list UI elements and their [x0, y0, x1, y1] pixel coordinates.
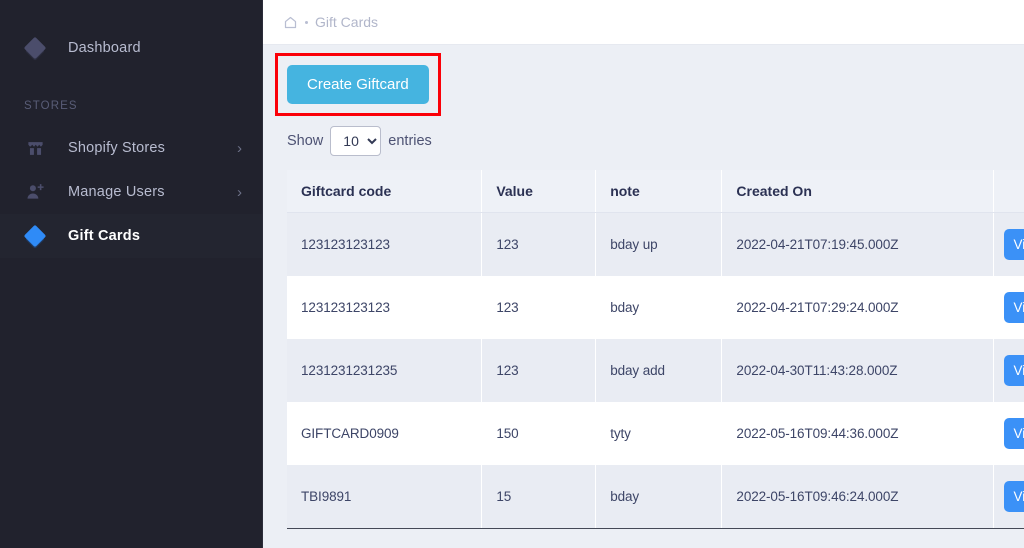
row-actions: View Edit Disable	[1004, 355, 1024, 386]
cell-value: 15	[481, 465, 597, 528]
row-actions: View Edit Disable	[1004, 292, 1024, 323]
sidebar-section-stores: STORES	[24, 100, 78, 112]
show-entries-control: Show 10 25 50 100 entries	[287, 126, 432, 156]
breadcrumb-separator	[305, 20, 308, 24]
table-header-row: Giftcard code Value note Created On	[287, 170, 1024, 213]
cell-note: tyty	[595, 402, 723, 465]
cell-created-on: 2022-04-21T07:29:24.000Z	[721, 276, 995, 339]
column-header-created-on[interactable]: Created On	[721, 170, 995, 213]
table-row: TBI9891 15 bday 2022-05-16T09:46:24.000Z…	[287, 465, 1024, 528]
view-button[interactable]: View	[1004, 292, 1024, 323]
cell-actions: View Edit Disable	[993, 465, 1024, 528]
top-bar: Gift Cards Today 07/04/2022, 02:43:22 PM	[263, 0, 1024, 45]
page-content: Create Giftcard Show 10 25 50 100 entrie…	[263, 45, 1024, 548]
show-prefix-label: Show	[287, 133, 324, 149]
table-footer: Showing 1 to 5 of 5 entries Previous 1 N…	[287, 528, 1024, 548]
sidebar-item-dashboard[interactable]: Dashboard	[0, 26, 262, 70]
sidebar-item-gift-cards[interactable]: Gift Cards	[0, 214, 262, 258]
table-controls: Show 10 25 50 100 entries Search:	[287, 126, 1024, 156]
sidebar-item-label: Dashboard	[68, 40, 141, 56]
show-suffix-label: entries	[388, 133, 432, 149]
create-giftcard-container: Create Giftcard	[275, 53, 441, 116]
cell-giftcard-code: 1231231231235	[287, 339, 483, 402]
breadcrumb: Gift Cards	[283, 14, 378, 30]
cell-value: 123	[481, 212, 597, 276]
main-area: Gift Cards Today 07/04/2022, 02:43:22 PM…	[263, 0, 1024, 548]
entries-per-page-select[interactable]: 10 25 50 100	[330, 126, 382, 156]
cell-value: 150	[481, 402, 597, 465]
cell-created-on: 2022-05-16T09:46:24.000Z	[721, 465, 995, 528]
home-icon[interactable]	[283, 15, 298, 30]
chevron-right-icon: ›	[237, 139, 242, 157]
column-header-giftcard-code[interactable]: Giftcard code	[287, 170, 483, 213]
cell-created-on: 2022-05-16T09:44:36.000Z	[721, 402, 995, 465]
sidebar-item-manage-users[interactable]: Manage Users ›	[0, 170, 262, 214]
cell-value: 123	[481, 339, 597, 402]
table-row: GIFTCARD0909 150 tyty 2022-05-16T09:44:3…	[287, 402, 1024, 465]
cell-note: bday add	[595, 339, 723, 402]
table-row: 123123123123 123 bday 2022-04-21T07:29:2…	[287, 276, 1024, 339]
table-body: 123123123123 123 bday up 2022-04-21T07:1…	[287, 212, 1024, 528]
column-header-note[interactable]: note	[595, 170, 723, 213]
sidebar-item-label: Manage Users	[68, 184, 165, 200]
row-actions: View Edit Disable	[1004, 418, 1024, 449]
cell-actions: View Edit Disable	[993, 276, 1024, 339]
column-header-actions	[993, 170, 1024, 213]
store-icon	[24, 137, 46, 159]
sidebar-item-label: Gift Cards	[68, 228, 141, 244]
diamond-icon	[23, 224, 47, 249]
sidebar-item-label: Shopify Stores	[68, 140, 166, 156]
view-button[interactable]: View	[1004, 418, 1024, 449]
cell-note: bday	[595, 465, 723, 528]
cell-actions: View Edit Disable	[993, 339, 1024, 402]
cell-giftcard-code: GIFTCARD0909	[287, 402, 483, 465]
cell-giftcard-code: TBI9891	[287, 465, 483, 528]
sidebar-item-shopify-stores[interactable]: Shopify Stores ›	[0, 126, 262, 170]
row-actions: View Edit Disable	[1004, 481, 1024, 512]
giftcards-table: Giftcard code Value note Created On 1231…	[287, 170, 1024, 528]
app-root: Dashboard STORES Shopify Stores › Manage…	[0, 0, 1024, 548]
cell-actions: View Edit Disable	[993, 402, 1024, 465]
diamond-icon	[23, 36, 47, 61]
giftcards-table-container: Giftcard code Value note Created On 1231…	[287, 170, 1024, 548]
create-giftcard-button[interactable]: Create Giftcard	[287, 65, 429, 104]
table-row: 1231231231235 123 bday add 2022-04-30T11…	[287, 339, 1024, 402]
row-actions: View Edit Disable	[1004, 229, 1024, 260]
cell-actions: View Edit Disable	[993, 212, 1024, 276]
user-plus-icon	[24, 181, 46, 203]
cell-value: 123	[481, 276, 597, 339]
cell-created-on: 2022-04-21T07:19:45.000Z	[721, 212, 995, 276]
cell-note: bday up	[595, 212, 723, 276]
chevron-right-icon: ›	[237, 183, 242, 201]
cell-note: bday	[595, 276, 723, 339]
cell-giftcard-code: 123123123123	[287, 212, 483, 276]
table-head: Giftcard code Value note Created On	[287, 170, 1024, 213]
cell-created-on: 2022-04-30T11:43:28.000Z	[721, 339, 995, 402]
breadcrumb-current: Gift Cards	[315, 14, 379, 30]
view-button[interactable]: View	[1004, 355, 1024, 386]
view-button[interactable]: View	[1004, 229, 1024, 260]
cell-giftcard-code: 123123123123	[287, 276, 483, 339]
column-header-value[interactable]: Value	[481, 170, 597, 213]
sidebar: Dashboard STORES Shopify Stores › Manage…	[0, 0, 263, 548]
view-button[interactable]: View	[1004, 481, 1024, 512]
table-row: 123123123123 123 bday up 2022-04-21T07:1…	[287, 212, 1024, 276]
